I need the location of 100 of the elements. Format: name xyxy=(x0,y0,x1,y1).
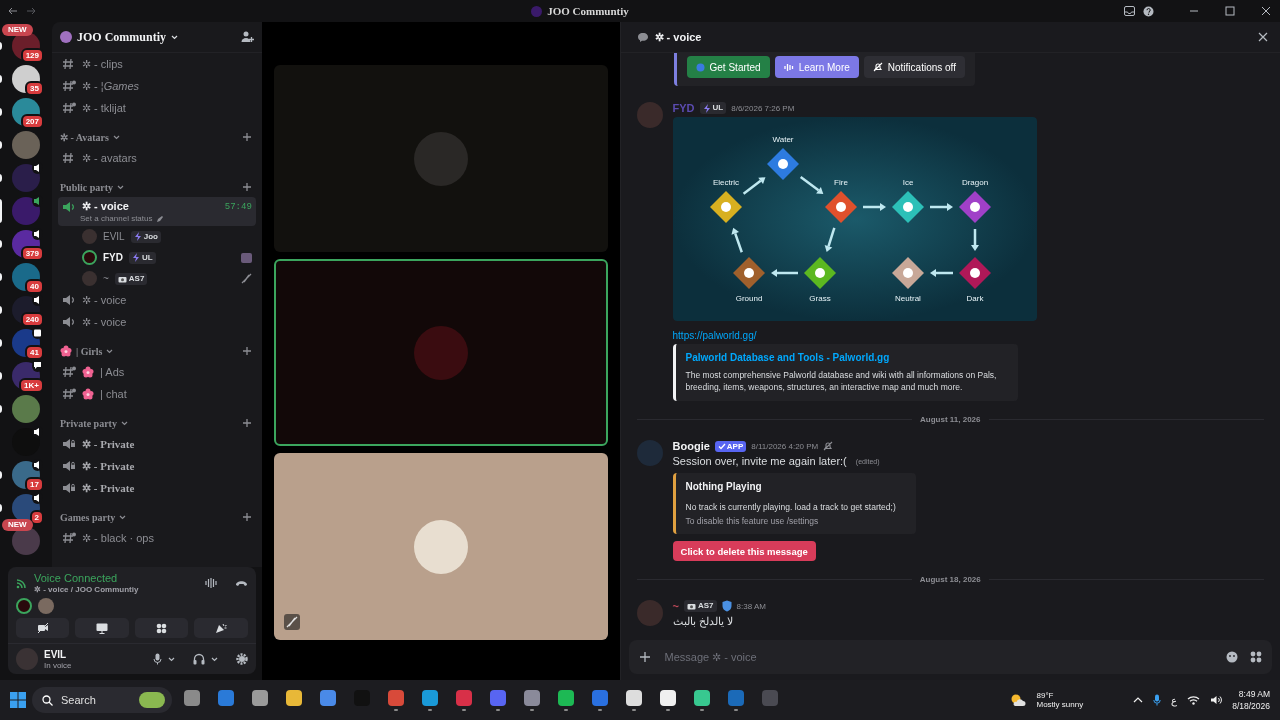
settings-icon[interactable] xyxy=(235,653,248,665)
category-name[interactable]: Games party xyxy=(60,511,116,523)
embed-button[interactable]: Learn More xyxy=(774,56,859,78)
clock-date[interactable]: 8/18/2026 xyxy=(1232,701,1270,711)
chevron-icon xyxy=(167,656,175,662)
member-avatar[interactable] xyxy=(82,250,97,265)
arrow xyxy=(742,177,765,195)
text-channel[interactable]: ✲ - clips xyxy=(58,53,256,75)
video-thumbnail[interactable] xyxy=(240,252,252,263)
chevron-up-icon[interactable] xyxy=(1133,696,1144,704)
maximize-icon[interactable] xyxy=(1224,6,1236,16)
embed-title[interactable]: Palworld Database and Tools - Palworld.gg xyxy=(685,352,1008,363)
wifi-icon[interactable] xyxy=(1187,695,1201,705)
close-icon[interactable] xyxy=(1260,6,1272,16)
plus-icon[interactable] xyxy=(241,512,252,522)
back-icon[interactable] xyxy=(8,6,18,16)
category-name[interactable]: Public party xyxy=(60,181,114,193)
search-input[interactable]: Search xyxy=(59,693,133,707)
app-icon[interactable] xyxy=(626,689,642,706)
input-language[interactable]: ع xyxy=(1171,694,1178,706)
username: EVIL xyxy=(44,648,68,660)
clock-time[interactable]: 8:49 AM xyxy=(1238,689,1270,699)
screen-share-button[interactable] xyxy=(75,618,129,638)
plus-icon[interactable] xyxy=(241,418,252,428)
link[interactable]: https://palworld.gg/ xyxy=(672,330,1037,341)
app-icon[interactable] xyxy=(694,689,710,706)
apps-icon[interactable] xyxy=(1250,651,1262,663)
forward-icon[interactable] xyxy=(26,6,36,16)
element-chart-image[interactable]: Water Electric Fire Ice Dragon Ground Grass Neutral Dark xyxy=(672,117,1037,321)
message-input[interactable]: Message ✲ - voice xyxy=(662,650,1214,664)
status-hint[interactable]: Set a channel status xyxy=(80,214,153,223)
category-name[interactable]: ✲ - Avatars xyxy=(60,131,109,143)
video-tile[interactable] xyxy=(273,65,608,252)
hang-up-icon[interactable] xyxy=(234,579,248,587)
app-icon[interactable] xyxy=(660,689,676,706)
activities-icon xyxy=(156,622,168,634)
soundboard-icon xyxy=(215,622,228,634)
volume-icon[interactable] xyxy=(1210,695,1223,705)
plus-icon[interactable] xyxy=(638,651,651,663)
user-avatar[interactable] xyxy=(38,598,54,614)
help-icon[interactable] xyxy=(1143,5,1154,17)
inbox-icon[interactable] xyxy=(1124,6,1135,16)
search-field[interactable]: Search xyxy=(32,687,172,713)
voice-location[interactable]: ✲ - voice / JOO Communtiy xyxy=(34,585,139,594)
voice-channel[interactable]: ✲ - voice 57:49 Set a channel status xyxy=(58,197,256,226)
start-icon[interactable] xyxy=(10,692,26,708)
camera-off-button[interactable] xyxy=(16,618,70,638)
server-icon[interactable] xyxy=(12,428,40,456)
server-icon xyxy=(531,5,543,17)
text-channel[interactable]: ✲ - ¦Games xyxy=(58,75,256,97)
author-name[interactable]: ~ xyxy=(672,600,679,612)
waveform-icon[interactable] xyxy=(204,577,217,589)
app-icon[interactable] xyxy=(252,689,268,706)
plus-icon[interactable] xyxy=(241,346,252,356)
voice-channel[interactable]: ✲ - voice xyxy=(58,289,256,311)
activities-button[interactable] xyxy=(134,618,189,638)
headphones-icon[interactable] xyxy=(192,653,205,665)
plus-icon[interactable] xyxy=(241,182,252,192)
user-avatar[interactable] xyxy=(16,598,32,614)
author-name[interactable]: Boogie xyxy=(672,440,710,452)
text-channel[interactable]: ✲ - avatars xyxy=(58,147,256,169)
text-channel[interactable]: | chat xyxy=(58,383,256,405)
member-name[interactable]: EVIL xyxy=(103,231,125,242)
add-member-icon[interactable] xyxy=(240,31,254,43)
embed-button[interactable]: Notifications off xyxy=(863,56,965,78)
voice-channel[interactable]: ✲ - Private xyxy=(58,455,256,477)
member-name[interactable]: FYD xyxy=(103,252,123,263)
voice-channel[interactable]: ✲ - Private xyxy=(58,433,256,455)
video-tile[interactable] xyxy=(273,453,608,640)
member-name[interactable]: ~ xyxy=(103,273,109,284)
new-label: NEW xyxy=(2,519,33,531)
category-name[interactable]: Private party xyxy=(60,417,117,429)
server-name[interactable]: JOO Communtiy xyxy=(77,29,166,45)
search-highlight-icon[interactable] xyxy=(139,692,165,708)
soundboard-button[interactable] xyxy=(194,618,248,638)
node-label: Neutral xyxy=(894,294,921,303)
text-channel[interactable]: | Ads xyxy=(58,361,256,383)
delete-button[interactable]: Click to delete this message xyxy=(672,541,816,561)
mention-count: 379 xyxy=(20,246,44,261)
microphone-icon[interactable] xyxy=(1153,694,1162,706)
mention-count: 35 xyxy=(25,81,44,96)
video-tile[interactable] xyxy=(273,259,608,446)
category-name[interactable]: | Girls xyxy=(76,345,103,357)
message-field[interactable]: Message ✲ - voice xyxy=(628,640,1272,674)
emoji-icon[interactable] xyxy=(1226,651,1238,663)
text-channel[interactable]: ✲ - black · ops xyxy=(58,527,256,549)
message-text: لا يالدلخ بالبث xyxy=(672,615,733,628)
check-icon xyxy=(717,442,726,450)
mute-icon[interactable] xyxy=(283,614,300,630)
text-channel[interactable]: ✲ - tklijat xyxy=(58,97,256,119)
app-icon[interactable] xyxy=(558,689,574,706)
voice-channel[interactable]: ✲ - voice xyxy=(58,311,256,333)
server-icon[interactable] xyxy=(12,164,40,192)
voice-channel[interactable]: ✲ - Private xyxy=(58,477,256,499)
microphone-icon[interactable] xyxy=(152,653,162,665)
app-icon[interactable] xyxy=(286,689,302,706)
server-icon[interactable] xyxy=(12,197,40,225)
close-icon[interactable] xyxy=(1258,32,1268,42)
embed-button[interactable]: Get Started xyxy=(686,56,770,78)
plus-icon[interactable] xyxy=(241,132,252,142)
